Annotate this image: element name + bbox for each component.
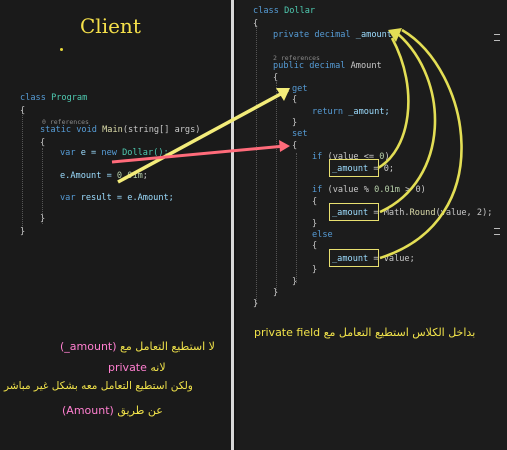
swirl-arrow-1	[377, 37, 410, 170]
arrow-to-set	[111, 144, 286, 164]
arrow-head-set	[279, 140, 290, 152]
annotation-overlay	[111, 28, 463, 260]
arrow-to-get	[117, 88, 289, 184]
